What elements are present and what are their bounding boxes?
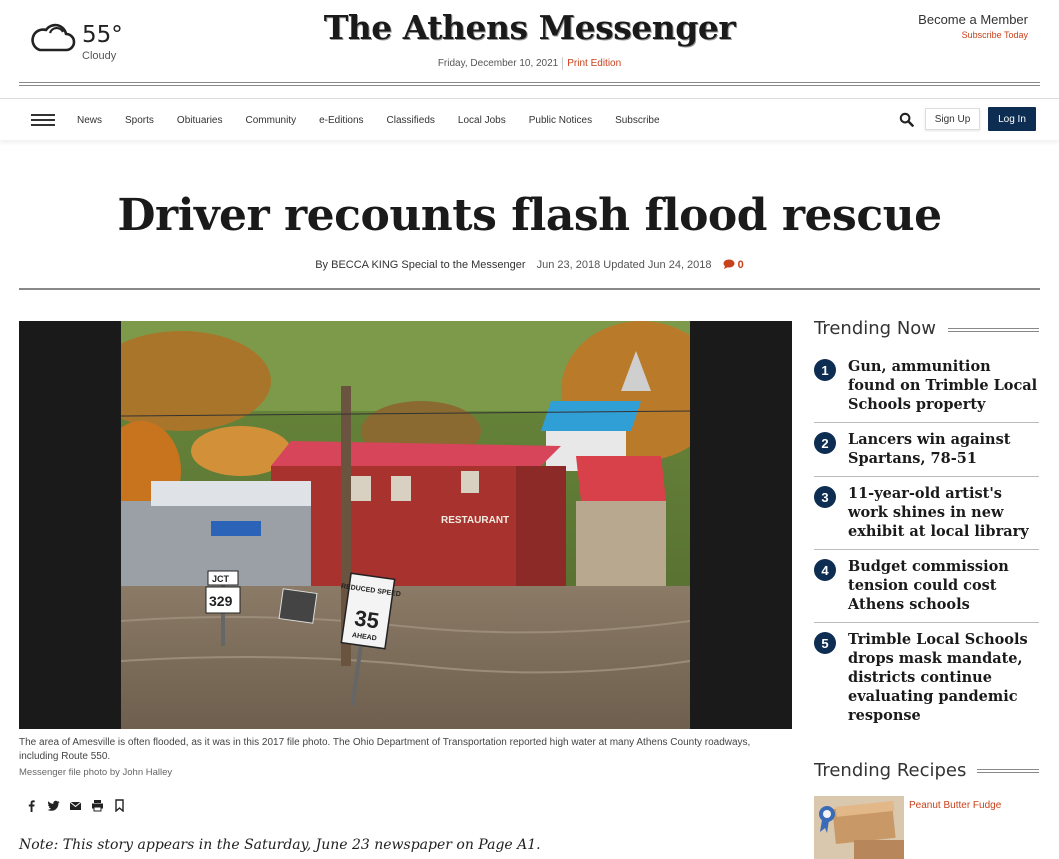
comment-count: 0 [737,259,744,271]
nav-item-e-editions[interactable]: e-Editions [319,115,363,126]
recipe-link[interactable]: Peanut Butter Fudge [909,800,1001,811]
share-tools [25,799,135,813]
site-header: 55° Cloudy The Athens Messenger Friday, … [0,0,1059,98]
article-rule [19,288,1040,290]
nav-item-obituaries[interactable]: Obituaries [177,115,223,126]
trending-headline-link[interactable]: Trimble Local Schools drops mask mandate… [848,630,1039,725]
article-headline: Driver recounts flash flood rescue [117,190,942,241]
trending-list: 1 Gun, ammunition found on Trimble Local… [814,350,1039,733]
become-member-link[interactable]: Become a Member [918,12,1028,27]
nav-item-news[interactable]: News [77,115,102,126]
nav-item-community[interactable]: Community [246,115,297,126]
trending-now-title: Trending Now [814,318,937,339]
nav-links: News Sports Obituaries Community e-Editi… [77,99,683,141]
membership-box: Become a Member Subscribe Today [918,12,1028,40]
trending-recipes-title: Trending Recipes [814,760,967,781]
log-in-button[interactable]: Log In [988,107,1036,131]
current-date: Friday, December 10, 2021 [437,58,559,70]
photo-caption: The area of Amesville is often flooded, … [19,737,751,762]
print-icon[interactable] [91,799,104,812]
facebook-icon[interactable] [25,799,38,812]
photo-credit: Messenger file photo by John Halley [19,767,173,778]
menu-icon[interactable] [31,114,55,126]
article-photo[interactable]: RESTAURANT JCT 329 REDUCED SPEED 35 AHEA… [19,321,792,729]
restaurant-sign-text: RESTAURANT [441,515,509,526]
trending-item[interactable]: 1 Gun, ammunition found on Trimble Local… [814,350,1039,423]
trending-headline-link[interactable]: Budget commission tension could cost Ath… [848,557,1039,614]
divider [562,57,564,70]
dateline: Friday, December 10, 2021 Print Edition [0,57,1059,70]
trending-rank-badge: 3 [814,486,836,508]
article-dates: Jun 23, 2018 Updated Jun 24, 2018 [536,259,712,271]
speed-sign-value-text: 35 [353,605,381,633]
bookmark-icon[interactable] [113,799,126,813]
jct-sign-text: JCT [212,574,230,584]
trending-recipes-rule [977,769,1039,773]
fudge-image [814,796,904,859]
recipe-thumbnail[interactable] [814,796,904,859]
subscribe-today-link[interactable]: Subscribe Today [918,30,1028,40]
print-edition-link[interactable]: Print Edition [567,58,621,69]
comment-icon [723,259,735,269]
trending-rank-badge: 5 [814,632,836,654]
twitter-icon[interactable] [47,799,60,812]
trending-item[interactable]: 2 Lancers win against Spartans, 78-51 [814,423,1039,477]
trending-rank-badge: 1 [814,359,836,381]
trending-rank-badge: 4 [814,559,836,581]
article-note: Note: This story appears in the Saturday… [19,837,541,853]
trending-now-rule [948,328,1039,332]
trending-headline-link[interactable]: Lancers win against Spartans, 78-51 [848,430,1039,468]
trending-item[interactable]: 3 11-year-old artist's work shines in ne… [814,477,1039,550]
trending-item[interactable]: 4 Budget commission tension could cost A… [814,550,1039,623]
email-icon[interactable] [69,799,82,812]
nav-item-subscribe[interactable]: Subscribe [615,115,659,126]
main-nav: News Sports Obituaries Community e-Editi… [0,98,1059,140]
article-byline: By BECCA KING Special to the Messenger J… [0,259,1059,271]
trending-headline-link[interactable]: Gun, ammunition found on Trimble Local S… [848,357,1039,414]
trending-headline-link[interactable]: 11-year-old artist's work shines in new … [848,484,1039,541]
route-sign-text: 329 [209,593,233,609]
comments-link[interactable]: 0 [723,259,744,271]
site-logo[interactable]: The Athens Messenger [0,8,1059,47]
trending-rank-badge: 2 [814,432,836,454]
flood-photo-image: RESTAURANT JCT 329 REDUCED SPEED 35 AHEA… [121,321,690,729]
nav-item-public-notices[interactable]: Public Notices [529,115,592,126]
header-rule [19,82,1040,86]
trending-item[interactable]: 5 Trimble Local Schools drops mask manda… [814,623,1039,733]
search-icon[interactable] [899,112,914,127]
author[interactable]: By BECCA KING Special to the Messenger [315,259,525,271]
sign-up-button[interactable]: Sign Up [925,108,980,130]
nav-item-sports[interactable]: Sports [125,115,154,126]
nav-item-local-jobs[interactable]: Local Jobs [458,115,506,126]
nav-item-classifieds[interactable]: Classifieds [387,115,435,126]
